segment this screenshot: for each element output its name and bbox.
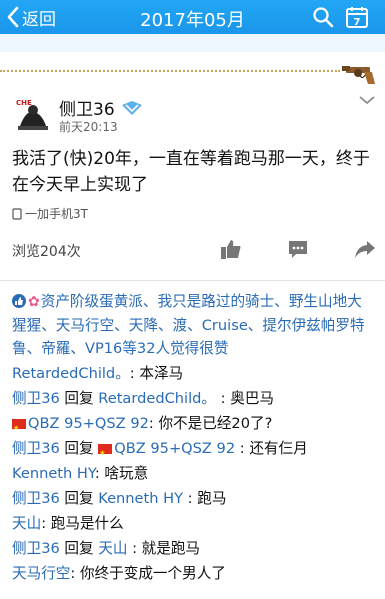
reply-target[interactable]: RetardedChild。 [98,390,216,407]
comment-text: : 本泽马 [129,365,184,382]
likes-suffix[interactable]: 等32人觉得很赞 [122,340,228,357]
svg-text:CHE: CHE [16,99,32,107]
header-band [0,34,385,52]
comment-text: : 跑马 [183,490,227,507]
comment-item[interactable]: 侧卫36 回复 RetardedChild。 : 奥巴马 [12,386,377,411]
reply-target[interactable]: 天山 [98,540,127,557]
verified-badge-icon [121,100,142,115]
comment-text: : 还有仨月 [235,440,308,457]
avatar[interactable]: CHE [12,96,52,136]
reply-label: 回复 [59,490,99,507]
comment-item[interactable]: 侧卫36 回复 天山 : 就是跑马 [12,536,377,561]
comment-item[interactable]: 侧卫36 回复 QBZ 95+QSZ 92 : 还有仨月 [12,436,377,466]
top-bar: 返回 2017年05月 7 [0,0,385,34]
commenter-name[interactable]: QBZ 95+QSZ 92 [28,415,149,432]
comment-item[interactable]: 侧卫36 回复 Kenneth HY : 跑马 [12,486,377,511]
chevron-down-icon[interactable] [358,94,376,106]
commenter-name[interactable]: 天马行空 [12,565,70,582]
post-content: 我活了(快)20年，一直在等着跑马那一天，终于在今天早上实现了 [12,149,370,195]
share-icon[interactable] [354,238,376,260]
comment-text: : 你不是已经20了? [148,415,273,432]
flower-icon: ✿ [28,294,40,310]
like-icon[interactable] [220,238,242,260]
commenter-name[interactable]: 侧卫36 [12,390,60,407]
comment-text: : 啥玩意 [94,465,149,482]
comment-item[interactable]: 天山: 跑马是什么 [12,511,377,536]
commenter-name[interactable]: 侧卫36 [12,440,60,457]
comment-text: : 就是跑马 [127,540,201,557]
calendar-icon[interactable]: 7 [345,6,369,29]
comment-item[interactable]: Kenneth HY: 啥玩意 [12,461,377,486]
commenter-name[interactable]: Kenneth HY [12,465,95,482]
comment-item[interactable]: RetardedChild。: 本泽马 [12,361,377,386]
reply-label: 回复 [59,390,99,407]
flag-icon [12,416,26,441]
author-name[interactable]: 侧卫36 [59,95,115,120]
comment-text: : 跑马是什么 [41,515,124,532]
reply-label: 回复 [59,540,99,557]
post-time: 前天20:13 [59,120,118,134]
phone-icon [12,207,22,220]
search-icon[interactable] [312,6,334,28]
comment-item[interactable]: QBZ 95+QSZ 92: 你不是已经20了? [12,411,377,441]
comment-text: : 你终于变成一个男人了 [70,565,226,582]
post-device: 一加手机3T [12,205,88,222]
reply-target[interactable]: QBZ 95+QSZ 92 [114,440,235,457]
thumb-icon [12,294,26,308]
view-count: 浏览204次 [12,244,81,260]
calendar-day: 7 [354,17,361,28]
comment-text: : 奥巴马 [216,390,275,407]
commenter-name[interactable]: 侧卫36 [12,540,60,557]
device-label: 一加手机3T [25,207,88,221]
commenter-name[interactable]: RetardedChild。 [12,365,130,382]
commenter-name[interactable]: 侧卫36 [12,490,60,507]
reply-target[interactable]: Kenneth HY [98,490,183,507]
commenter-name[interactable]: 天山 [12,515,41,532]
flag-icon [98,441,113,466]
post-author[interactable]: 侧卫36 [59,95,143,120]
likes-list: ✿资产阶级蛋黄派、我只是路过的骑士、野生山地大猩猩、天马行空、天降、渡、Crui… [12,290,374,360]
reply-label: 回复 [59,440,99,457]
comment-item[interactable]: 天马行空: 你终于变成一个男人了 [12,561,377,586]
comment-list: RetardedChild。: 本泽马 侧卫36 回复 RetardedChil… [12,361,377,586]
divider-rope [0,70,340,73]
divider [0,280,385,281]
revolver-icon [342,66,375,84]
comment-icon[interactable] [287,238,309,260]
